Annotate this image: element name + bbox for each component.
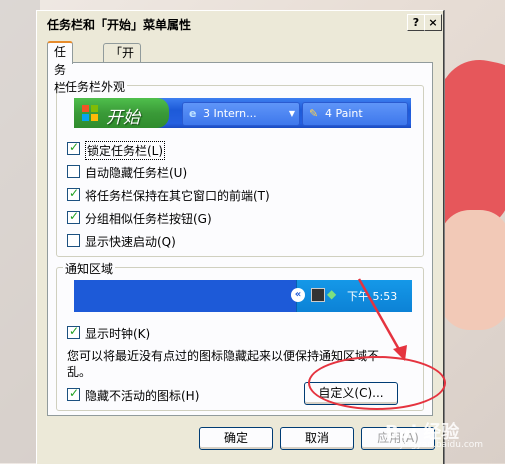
option-label: 显示快速启动(Q)	[85, 235, 176, 249]
tab-taskbar[interactable]: 任务栏	[47, 41, 74, 95]
background-left-shade	[0, 0, 40, 463]
option-hide-inactive[interactable]: ✓ 隐藏不活动的图标(H)	[67, 386, 267, 404]
appearance-options: ✓ 锁定任务栏(L) 自动隐藏任务栏(U) ✓ 将任务栏保持在其它窗口的前端(T…	[67, 140, 417, 250]
tray-app-icon: ◆	[327, 287, 337, 301]
taskbar-item-label: 4 Paint	[325, 107, 363, 120]
option-label: 分组相似任务栏按钮(G)	[85, 212, 212, 226]
option-label: 自动隐藏任务栏(U)	[85, 166, 188, 180]
ie-icon: e	[189, 107, 197, 120]
option-label: 锁定任务栏(L)	[85, 141, 166, 160]
appearance-group-title: 任务栏外观	[63, 78, 128, 95]
option-label: 将任务栏保持在其它窗口的前端(T)	[85, 189, 270, 203]
taskbar-item-paint: ✎ 4 Paint	[302, 102, 408, 126]
window-title: 任务栏和「开始」菜单属性	[47, 18, 192, 32]
close-button[interactable]: ×	[424, 14, 442, 31]
taskbar-item-internet: e 3 Intern... ▼	[182, 102, 300, 126]
annotation-circle	[308, 356, 446, 410]
annotation-arrow-icon	[357, 278, 407, 361]
checkbox[interactable]: ✓	[67, 140, 80, 155]
option-label: 隐藏不活动的图标(H)	[85, 389, 200, 403]
background-pink-shape	[440, 210, 505, 330]
paint-icon: ✎	[309, 107, 319, 120]
windows-logo-icon	[82, 105, 98, 121]
help-button[interactable]: ?	[407, 14, 425, 31]
checkbox[interactable]: ✓	[67, 209, 80, 224]
cancel-button[interactable]: 取消	[280, 427, 354, 450]
title-bar: 任务栏和「开始」菜单属性 ? ×	[37, 11, 443, 33]
appearance-group: 任务栏外观 开始 e 3 Intern... ▼ ✎ 4 Paint ✓ 锁定任…	[56, 78, 424, 257]
option-label: 显示时钟(K)	[85, 327, 151, 341]
start-button-preview: 开始	[74, 98, 169, 128]
expand-chevron-icon: «	[291, 288, 305, 302]
checkbox[interactable]: ✓	[67, 186, 80, 201]
checkbox[interactable]	[67, 234, 80, 247]
watermark-sub: jingyan.baidu.com	[400, 440, 484, 450]
notification-group-title: 通知区域	[63, 260, 116, 277]
taskbar-preview: 开始 e 3 Intern... ▼ ✎ 4 Paint	[74, 98, 411, 128]
start-label: 开始	[106, 108, 140, 128]
option-show-clock[interactable]: ✓ 显示时钟(K)	[67, 324, 267, 342]
network-icon	[311, 288, 325, 302]
ok-button[interactable]: 确定	[199, 427, 273, 450]
checkbox[interactable]	[67, 165, 80, 178]
taskbar-item-label: 3 Intern...	[203, 107, 257, 120]
dropdown-arrow-icon: ▼	[288, 109, 295, 118]
checkbox[interactable]: ✓	[67, 324, 80, 339]
tab-start-menu[interactable]: 「开始」菜单	[103, 43, 142, 96]
checkbox[interactable]: ✓	[67, 386, 80, 401]
